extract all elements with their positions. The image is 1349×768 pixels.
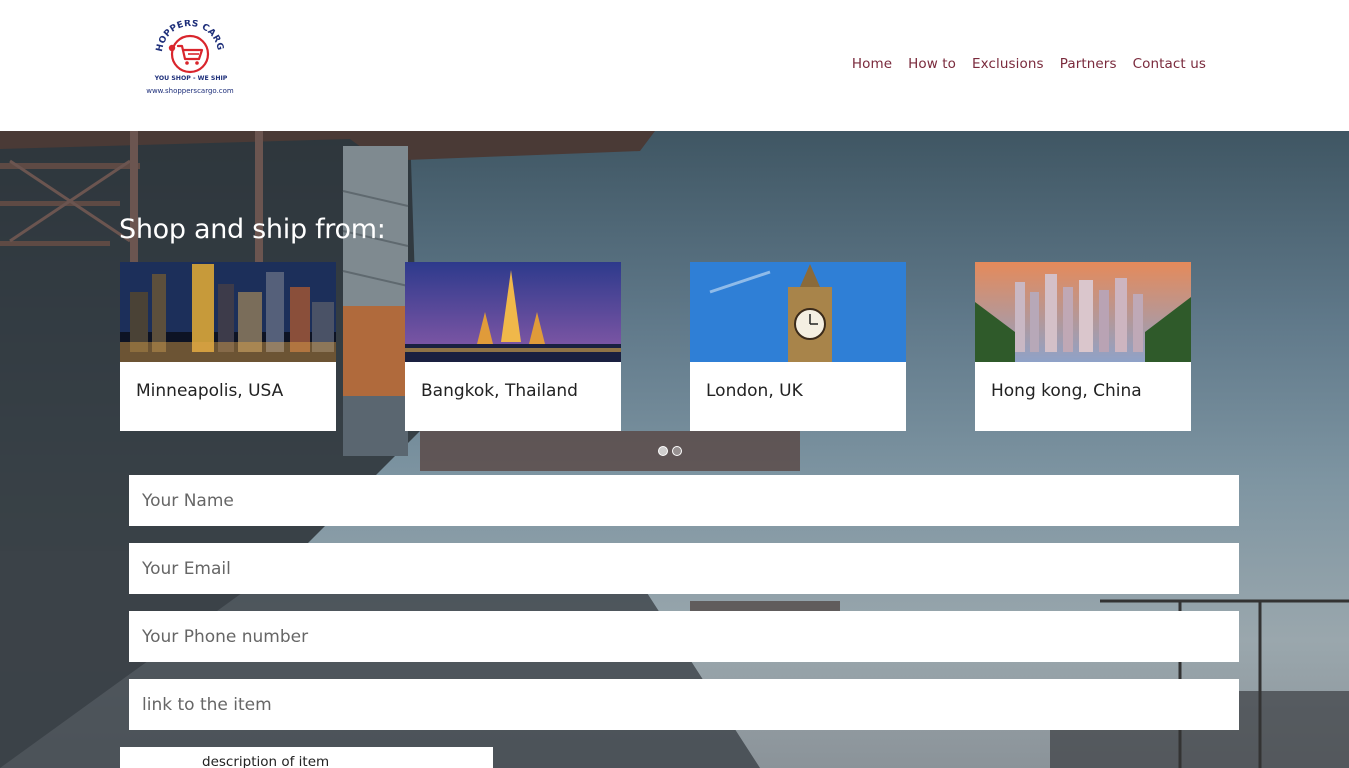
city-card-hong-kong[interactable]: Hong kong, China	[975, 262, 1191, 431]
item-link-input[interactable]	[129, 679, 1239, 730]
big-ben-image	[690, 262, 906, 362]
city-name: Minneapolis, USA	[136, 381, 284, 401]
site-header: SHOPPERS CARGO YOU SHOP - WE SHIP www.sh…	[0, 0, 1349, 131]
phone-input[interactable]	[129, 611, 1239, 662]
main-nav: Home How to Exclusions Partners Contact …	[852, 56, 1206, 72]
minneapolis-skyline-image	[120, 262, 336, 362]
email-input[interactable]	[129, 543, 1239, 594]
hero-title: Shop and ship from:	[119, 214, 386, 245]
carousel-dots	[658, 446, 682, 456]
city-card-london[interactable]: London, UK	[690, 262, 906, 431]
city-card-bangkok[interactable]: Bangkok, Thailand	[405, 262, 621, 431]
cart-logo-icon: SHOPPERS CARGO YOU SHOP - WE SHIP	[140, 20, 228, 82]
city-name: Hong kong, China	[991, 381, 1142, 401]
description-label: description of item	[202, 754, 330, 768]
city-card-minneapolis[interactable]: Minneapolis, USA	[120, 262, 336, 431]
carousel-dot-2[interactable]	[672, 446, 682, 456]
nav-how-to[interactable]: How to	[908, 56, 956, 72]
hong-kong-skyline-image	[975, 262, 1191, 362]
nav-contact-us[interactable]: Contact us	[1133, 56, 1206, 72]
nav-exclusions[interactable]: Exclusions	[972, 56, 1044, 72]
nav-partners[interactable]: Partners	[1060, 56, 1117, 72]
brand-url: www.shopperscargo.com	[146, 87, 234, 95]
item-description-field[interactable]: description of item	[120, 747, 493, 768]
carousel-dot-1[interactable]	[658, 446, 668, 456]
city-name: London, UK	[706, 381, 803, 401]
svg-text:YOU SHOP - WE SHIP: YOU SHOP - WE SHIP	[154, 75, 228, 82]
hero-section: Shop and ship from: Minneapolis, USA Ban…	[0, 131, 1349, 768]
brand-logo[interactable]: SHOPPERS CARGO YOU SHOP - WE SHIP www.sh…	[140, 20, 240, 102]
nav-home[interactable]: Home	[852, 56, 892, 72]
name-input[interactable]	[129, 475, 1239, 526]
bangkok-temple-image	[405, 262, 621, 362]
city-name: Bangkok, Thailand	[421, 381, 578, 401]
